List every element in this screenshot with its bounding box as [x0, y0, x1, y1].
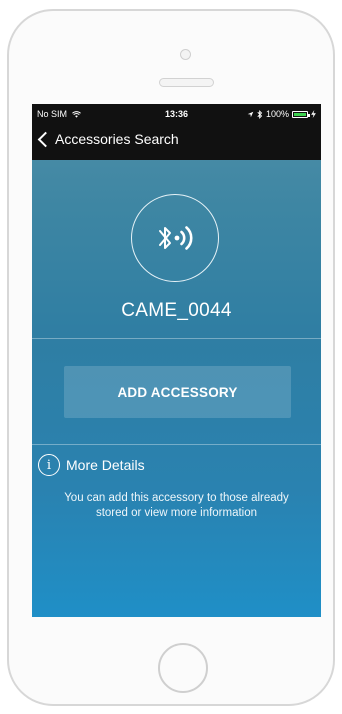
charging-icon — [311, 110, 316, 118]
bluetooth-waves-glyph — [159, 226, 193, 250]
details-description: You can add this accessory to those alre… — [32, 491, 321, 521]
status-right: 100% — [247, 109, 316, 119]
add-accessory-button[interactable]: ADD ACCESSORY — [64, 366, 291, 418]
description-line: You can add this accessory to those alre… — [64, 492, 289, 504]
description-line: stored or view more information — [95, 507, 258, 519]
bluetooth-signal-icon — [131, 194, 219, 282]
back-button-label: Accessories Search — [55, 131, 179, 147]
more-details-link[interactable]: i More Details — [38, 454, 145, 476]
home-button[interactable] — [158, 643, 208, 693]
app-screen: No SIM 13:36 100% Accessories Search CAM… — [32, 104, 321, 617]
device-name: CAME_0044 — [121, 300, 232, 321]
info-icon: i — [38, 454, 60, 476]
earpiece-speaker — [159, 78, 214, 87]
navigation-bar: Accessories Search — [32, 124, 321, 160]
section-divider — [32, 444, 321, 445]
battery-percent: 100% — [265, 109, 289, 119]
section-divider — [32, 338, 321, 339]
battery-icon — [292, 110, 310, 118]
more-details-label: More Details — [66, 457, 145, 473]
location-arrow-icon — [247, 111, 254, 117]
chevron-left-icon — [37, 131, 54, 147]
bluetooth-status-icon — [257, 109, 263, 119]
status-bar: No SIM 13:36 100% — [32, 104, 321, 124]
front-camera — [180, 49, 191, 60]
device-section: CAME_0044 — [32, 160, 321, 338]
back-button[interactable]: Accessories Search — [36, 131, 179, 147]
